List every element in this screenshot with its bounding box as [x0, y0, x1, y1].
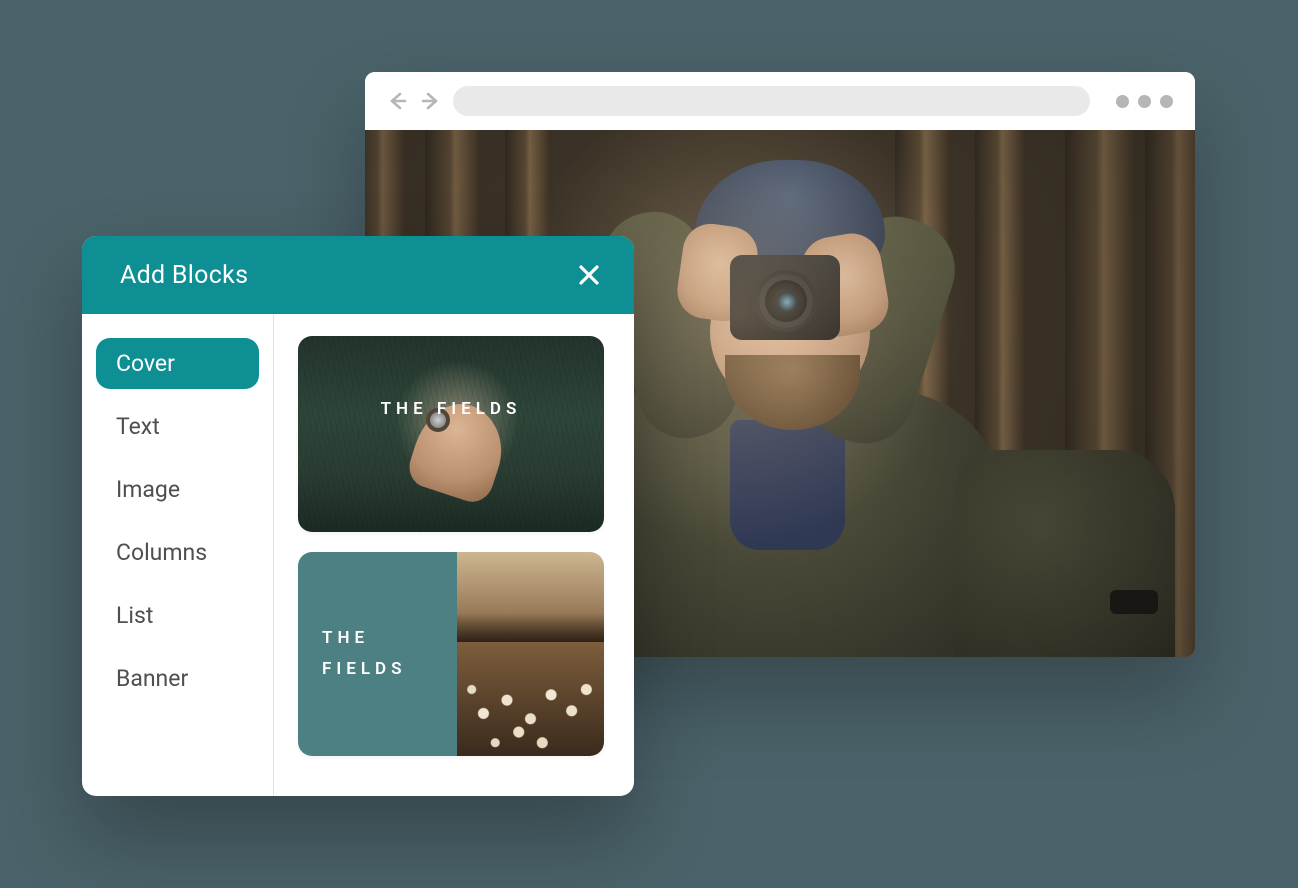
window-dot-icon[interactable] [1116, 95, 1129, 108]
url-bar[interactable] [453, 86, 1090, 116]
window-dot-icon[interactable] [1138, 95, 1151, 108]
panel-title: Add Blocks [120, 261, 248, 290]
category-image[interactable]: Image [96, 464, 259, 515]
window-controls [1116, 95, 1173, 108]
browser-chrome [365, 72, 1195, 130]
category-columns[interactable]: Columns [96, 527, 259, 578]
panel-header: Add Blocks [82, 236, 634, 314]
back-arrow-icon[interactable] [387, 92, 407, 110]
browser-nav-arrows [387, 92, 441, 110]
category-list: Cover Text Image Columns List Banner [82, 314, 274, 796]
category-text[interactable]: Text [96, 401, 259, 452]
cover-block-preview-1[interactable]: THE FIELDS [298, 336, 604, 532]
block-preview-column: THE FIELDS THE FIELDS [274, 314, 634, 796]
forward-arrow-icon[interactable] [421, 92, 441, 110]
category-cover[interactable]: Cover [96, 338, 259, 389]
add-blocks-panel: Add Blocks Cover Text Image Columns List… [82, 236, 634, 796]
preview-title: THE FIELDS [381, 399, 522, 419]
cover-block-preview-2[interactable]: THE FIELDS [298, 552, 604, 756]
close-icon [578, 264, 600, 286]
category-banner[interactable]: Banner [96, 653, 259, 704]
category-list[interactable]: List [96, 590, 259, 641]
close-button[interactable] [574, 260, 604, 290]
window-dot-icon[interactable] [1160, 95, 1173, 108]
preview-title: THE FIELDS [322, 623, 406, 684]
panel-body: Cover Text Image Columns List Banner THE… [82, 314, 634, 796]
